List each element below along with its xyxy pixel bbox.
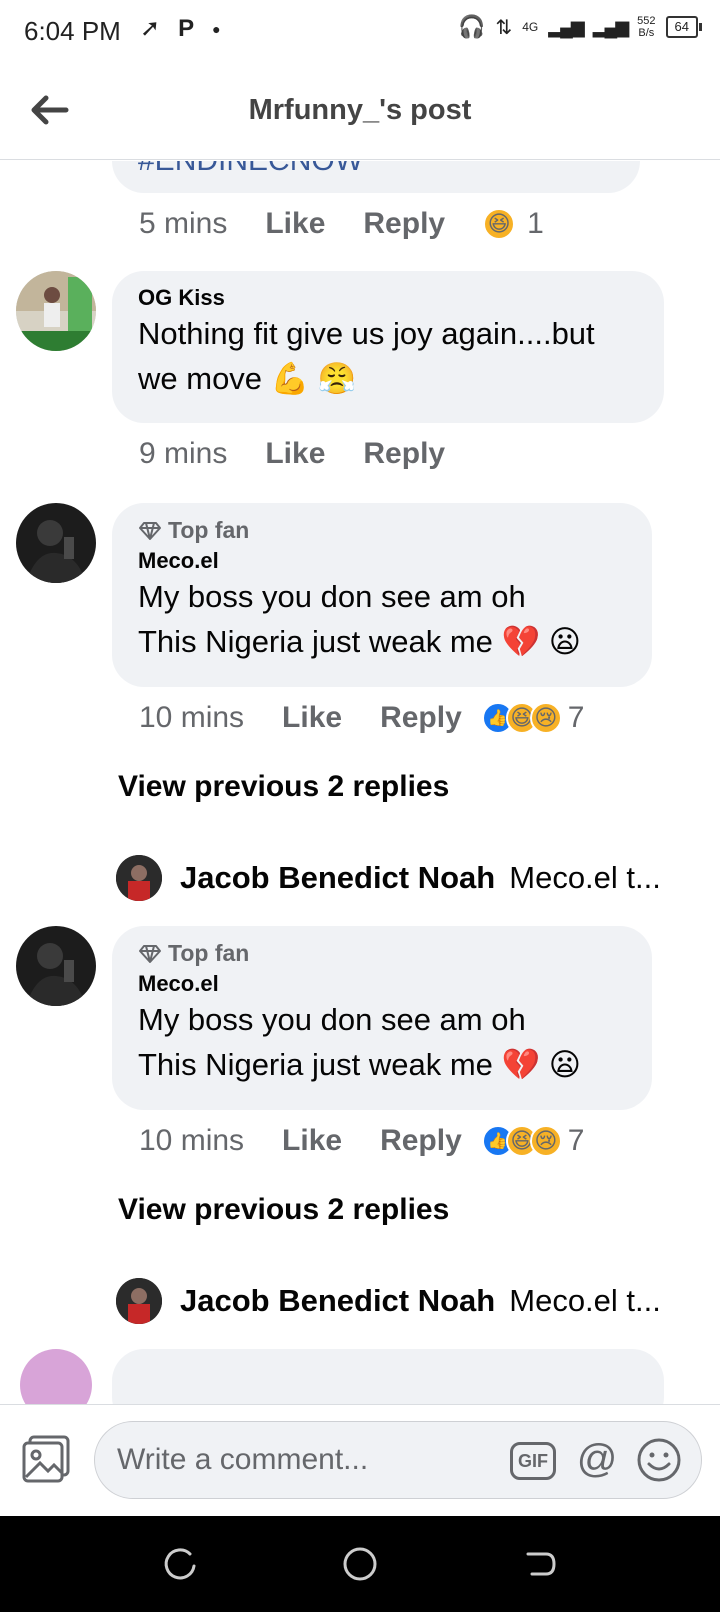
view-previous-replies-link[interactable]: View previous 2 replies (118, 770, 449, 804)
smiley-icon (637, 1438, 681, 1482)
commenter-name[interactable]: OG Kiss (138, 285, 638, 311)
comment-bubble[interactable]: Top fan Meco.el My boss you don see am o… (112, 503, 652, 687)
photo-button[interactable] (20, 1433, 72, 1485)
home-button[interactable] (340, 1544, 380, 1584)
like-button[interactable]: Like (265, 437, 325, 471)
like-button[interactable]: Like (282, 1124, 342, 1158)
notification-icons: ➚ P ● (140, 14, 221, 43)
comment-text-line: Nothing fit give us joy again....but (138, 316, 595, 351)
reply-button[interactable]: Reply (363, 207, 445, 241)
gif-button[interactable]: GIF (510, 1442, 556, 1480)
app-notification-icon: ➚ (140, 15, 161, 42)
net-speed-unit: B/s (638, 27, 655, 39)
reply-button[interactable]: Reply (363, 437, 445, 471)
reactions-summary[interactable]: 😆 1 (483, 207, 544, 241)
recents-icon (164, 1548, 196, 1580)
reply-avatar (116, 855, 162, 901)
reply-button[interactable]: Reply (380, 701, 462, 735)
reply-avatar (116, 1278, 162, 1324)
back-nav-button[interactable] (520, 1544, 560, 1584)
like-button[interactable]: Like (282, 701, 342, 735)
reactions-summary[interactable]: 👍 😆 😢 7 (481, 1124, 585, 1158)
top-fan-badge: Top fan (138, 517, 626, 544)
mention-button[interactable]: @ (574, 1437, 620, 1483)
comment-bubble[interactable]: #ENDINECNOW (112, 161, 640, 193)
reply-button[interactable]: Reply (380, 1124, 462, 1158)
comment-text-line: we move 💪 😤 (138, 361, 357, 396)
avatar[interactable] (16, 271, 96, 351)
net-speed-value: 552 (637, 15, 656, 27)
reaction-count: 7 (567, 1124, 585, 1157)
network-type: 4G (522, 20, 539, 34)
top-fan-badge: Top fan (138, 940, 626, 967)
net-speed: 552 B/s (637, 15, 655, 39)
signal-icon-2: ▂▄▆ (592, 16, 629, 37)
avatar-image (116, 855, 162, 901)
reaction-count: 7 (567, 701, 585, 734)
reply-author-name[interactable]: Jacob Benedict Noah (180, 1283, 495, 1319)
comment-time: 10 mins (139, 701, 245, 734)
comment-meta: 9 mins Like Reply (139, 437, 483, 471)
view-previous-replies-link[interactable]: View previous 2 replies (118, 1193, 449, 1227)
system-icons: 🎧 ⇅ 4G ▂▄▆ ▂▄▆ 552 B/s 64 (458, 14, 703, 40)
status-bar: 6:04 PM ➚ P ● 🎧 ⇅ 4G ▂▄▆ ▂▄▆ 552 B/s 64 (0, 0, 720, 66)
dot-icon: ● (212, 20, 221, 37)
back-nav-icon (526, 1552, 556, 1576)
commenter-name[interactable]: Meco.el (138, 971, 626, 997)
avatar-image (16, 271, 96, 351)
like-button[interactable]: Like (265, 207, 325, 241)
comment-time: 9 mins (139, 437, 228, 470)
comment-meta: 10 mins Like Reply 👍 😆 😢 7 (139, 1124, 584, 1158)
p-notification-icon: P (178, 14, 195, 42)
sad-reaction-icon: 😢 (529, 702, 562, 734)
reaction-count: 1 (527, 207, 544, 240)
system-nav-bar (0, 1516, 720, 1612)
comment-composer: Write a comment... GIF @ (0, 1404, 720, 1516)
comment-text-line: This Nigeria just weak me 💔 😦 (138, 624, 582, 659)
comment-text: #ENDINECNOW (138, 161, 614, 181)
haha-reaction-icon: 😆 (483, 208, 516, 240)
avatar-image (16, 503, 96, 583)
comment-meta: 10 mins Like Reply 👍 😆 😢 7 (139, 701, 584, 735)
latest-reply-preview[interactable]: Jacob Benedict Noah Meco.el t... (116, 855, 661, 901)
comment-text-line: My boss you don see am oh (138, 1002, 526, 1037)
home-icon (343, 1547, 377, 1581)
diamond-icon (139, 521, 161, 540)
avatar-image (16, 926, 96, 1006)
sad-reaction-icon: 😢 (529, 1125, 562, 1157)
comment-meta: 5 mins Like Reply 😆 1 (139, 207, 544, 241)
comment-time: 5 mins (139, 207, 228, 240)
latest-reply-preview[interactable]: Jacob Benedict Noah Meco.el t... (116, 1278, 661, 1324)
comment-text-line: My boss you don see am oh (138, 579, 526, 614)
diamond-icon (139, 944, 161, 963)
status-time: 6:04 PM (24, 16, 121, 46)
post-header: Mrfunny_'s post (0, 66, 720, 160)
top-fan-label: Top fan (168, 517, 250, 543)
emoji-button[interactable] (636, 1437, 682, 1483)
reply-preview-text: Meco.el t... (509, 860, 661, 895)
avatar-image (116, 1278, 162, 1324)
comment-bubble[interactable]: Top fan Meco.el My boss you don see am o… (112, 926, 652, 1110)
battery-indicator: 64 (665, 16, 703, 38)
reply-preview-text: Meco.el t... (509, 1283, 661, 1318)
data-transfer-icon: ⇅ (495, 16, 513, 39)
top-fan-label: Top fan (168, 940, 250, 966)
comment-text-line: This Nigeria just weak me 💔 😦 (138, 1047, 582, 1082)
photo-icon (22, 1435, 70, 1483)
reply-author-name[interactable]: Jacob Benedict Noah (180, 860, 495, 896)
headphones-icon: 🎧 (458, 14, 486, 39)
recents-button[interactable] (160, 1544, 200, 1584)
signal-icon: ▂▄▆ (548, 16, 584, 37)
page-title: Mrfunny_'s post (248, 94, 472, 126)
avatar[interactable] (16, 503, 96, 583)
comment-bubble[interactable] (112, 1349, 664, 1404)
avatar[interactable] (20, 1349, 92, 1404)
reactions-summary[interactable]: 👍 😆 😢 7 (481, 701, 585, 735)
commenter-name[interactable]: Meco.el (138, 548, 626, 574)
comment-time: 10 mins (139, 1124, 245, 1157)
comment-bubble[interactable]: OG Kiss Nothing fit give us joy again...… (112, 271, 664, 423)
avatar[interactable] (16, 926, 96, 1006)
comments-feed[interactable]: #ENDINECNOW 5 mins Like Reply 😆 1 OG Kis… (0, 161, 720, 1404)
